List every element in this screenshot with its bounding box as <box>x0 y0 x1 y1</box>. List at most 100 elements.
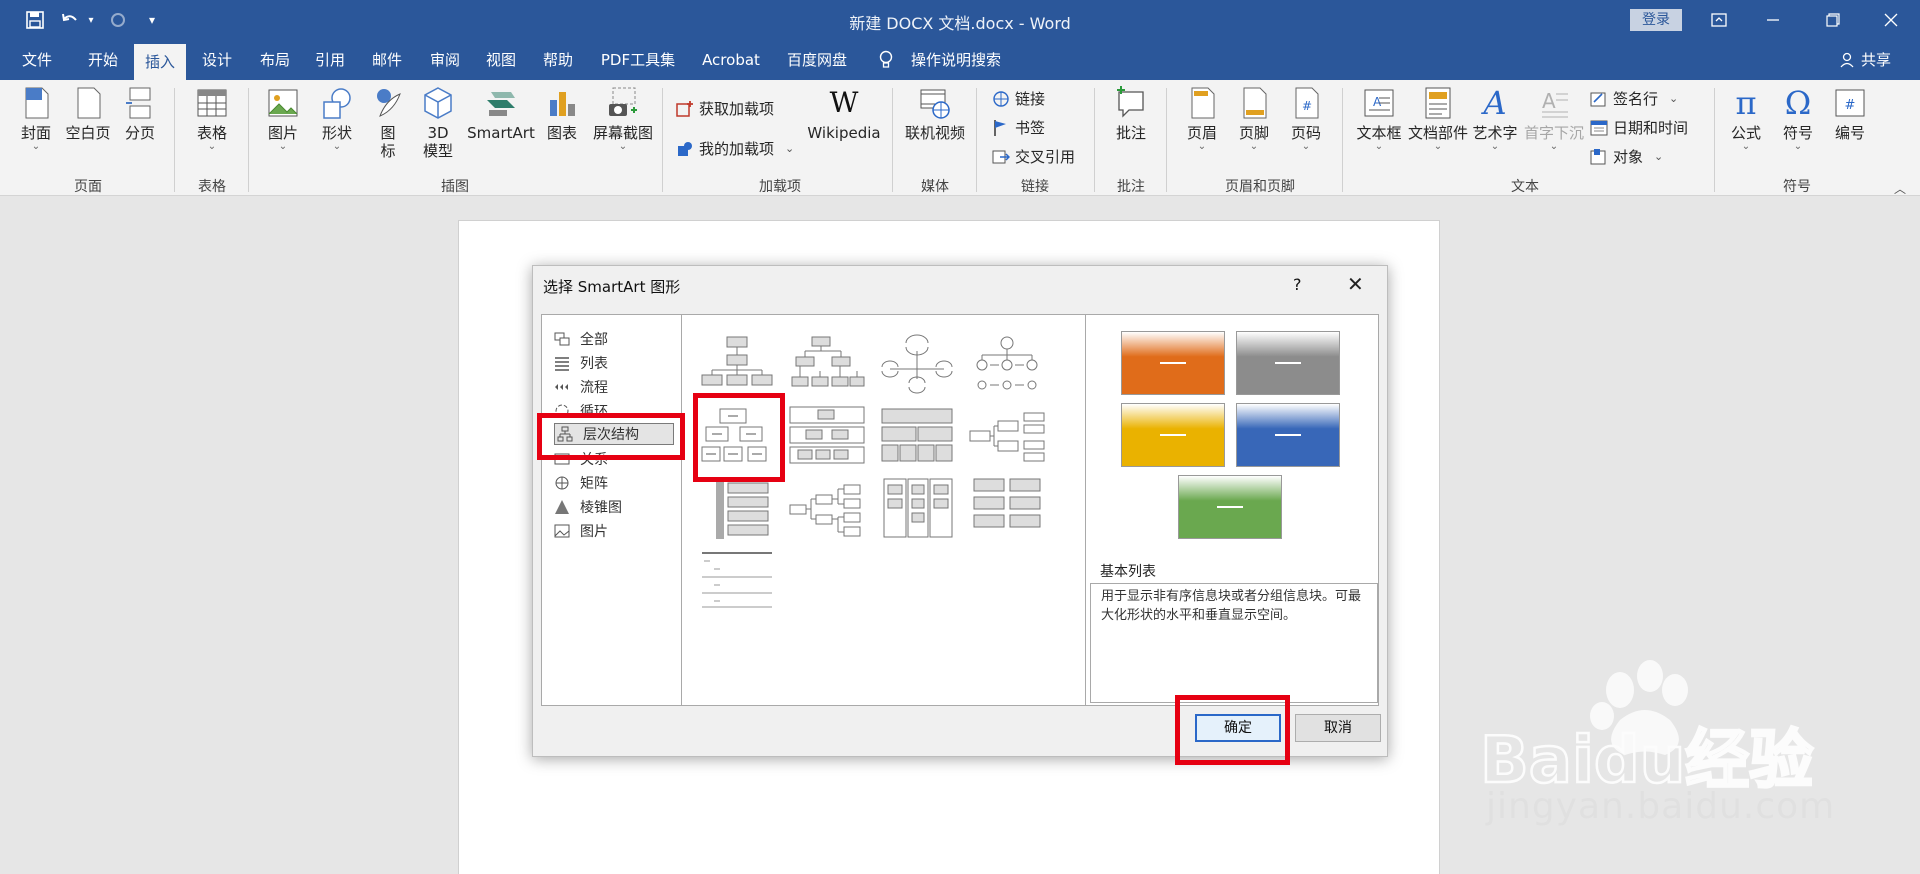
group-label-addins: 加载项 <box>759 179 801 195</box>
pictures-button[interactable]: 图片 ⌄ <box>260 86 306 152</box>
shapes-button[interactable]: 形状 ⌄ <box>314 86 360 152</box>
3d-models-button[interactable]: 3D 模型 <box>416 86 460 160</box>
footer-button[interactable]: 页脚 ⌄ <box>1232 86 1276 152</box>
signature-line-button[interactable]: 签名行 ⌄ <box>1590 88 1678 109</box>
layout-thumb-horizontal-hierarchy[interactable] <box>968 405 1046 467</box>
tab-references[interactable]: 引用 <box>305 40 355 80</box>
numbering-button[interactable]: # 编号 <box>1828 86 1872 142</box>
object-button[interactable]: 对象 ⌄ <box>1590 146 1663 167</box>
link-label: 链接 <box>1015 90 1046 108</box>
category-item-list[interactable]: 列表 <box>554 352 608 374</box>
category-label: 棱锥图 <box>580 500 622 516</box>
picture-icon <box>554 524 570 538</box>
screenshot-button[interactable]: 屏幕截图 ⌄ <box>588 86 658 152</box>
minimize-icon[interactable] <box>1750 0 1796 40</box>
cancel-button[interactable]: 取消 <box>1295 714 1381 742</box>
tab-file[interactable]: 文件 <box>12 40 62 80</box>
layout-thumb-architecture[interactable] <box>878 477 956 539</box>
chevron-down-icon: ⌄ <box>1654 150 1664 163</box>
help-button[interactable]: ? <box>1293 275 1302 294</box>
page-break-button[interactable]: 分页 <box>118 86 162 142</box>
wordart-button[interactable]: A 艺术字 ⌄ <box>1470 86 1520 152</box>
layout-thumb-horizontal-org[interactable] <box>788 477 866 539</box>
tab-pdf-tools[interactable]: PDF工具集 <box>596 40 680 80</box>
layout-thumb-org-chart[interactable] <box>698 333 776 395</box>
layout-thumb-name-title-org[interactable] <box>788 333 866 395</box>
login-button[interactable]: 登录 <box>1630 9 1682 31</box>
tab-help[interactable]: 帮助 <box>533 40 583 80</box>
date-time-button[interactable]: 日期和时间 <box>1590 117 1688 138</box>
drop-cap-button[interactable]: A 首字下沉 ⌄ <box>1522 86 1586 152</box>
get-addins-button[interactable]: 获取加载项 <box>676 98 774 119</box>
tab-mailings[interactable]: 邮件 <box>362 40 412 80</box>
bookmark-icon <box>994 119 1006 136</box>
tab-baidu-netdisk[interactable]: 百度网盘 <box>782 40 852 80</box>
comment-button[interactable]: 批注 <box>1108 86 1154 142</box>
layout-thumb-lined-list[interactable] <box>698 549 776 611</box>
list-icon <box>555 357 569 371</box>
smartart-button[interactable]: SmartArt <box>466 86 536 142</box>
tell-me-search[interactable]: 操作说明搜索 <box>908 40 1004 80</box>
restore-icon[interactable] <box>1810 0 1856 40</box>
category-label: 矩阵 <box>580 476 608 492</box>
group-separator <box>1094 88 1095 192</box>
bookmark-label: 书签 <box>1015 119 1046 137</box>
textbox-button[interactable]: A 文本框 ⌄ <box>1354 86 1404 152</box>
category-item-process[interactable]: 流程 <box>554 376 608 398</box>
group-label-tables: 表格 <box>198 179 226 195</box>
icons-button[interactable]: 图 标 <box>370 86 406 160</box>
tab-home[interactable]: 开始 <box>78 40 128 80</box>
layout-thumb-labeled-hierarchy[interactable] <box>788 405 866 467</box>
tab-acrobat[interactable]: Acrobat <box>696 40 766 80</box>
comment-label: 批注 <box>1115 124 1146 142</box>
close-window-icon[interactable] <box>1868 0 1914 40</box>
chevron-down-icon: ⌄ <box>1669 92 1679 105</box>
category-item-all[interactable]: 全部 <box>554 328 608 350</box>
highlight-box <box>1175 695 1290 765</box>
close-icon[interactable]: ✕ <box>1347 272 1364 296</box>
layout-thumb-circle-picture-hierarchy[interactable] <box>968 333 1046 395</box>
quick-parts-label: 文档部件 <box>1407 124 1468 142</box>
drop-cap-icon: A <box>1542 89 1568 118</box>
chevron-down-icon: ⌄ <box>332 141 342 152</box>
quick-parts-button[interactable]: 文档部件 ⌄ <box>1406 86 1470 152</box>
equation-button[interactable]: π 公式 ⌄ <box>1724 86 1768 152</box>
blank-page-icon <box>77 87 101 119</box>
group-separator <box>662 88 663 192</box>
matrix-icon <box>555 476 569 490</box>
category-item-pyramid[interactable]: 棱锥图 <box>554 496 622 518</box>
svg-text:#: # <box>1845 98 1856 113</box>
svg-text:A: A <box>1542 89 1556 113</box>
layout-thumb-table-list[interactable] <box>968 477 1046 539</box>
tab-insert[interactable]: 插入 <box>134 44 186 80</box>
symbol-button[interactable]: Ω 符号 ⌄ <box>1776 86 1820 152</box>
link-button[interactable]: 链接 <box>992 88 1045 109</box>
header-button[interactable]: 页眉 ⌄ <box>1180 86 1224 152</box>
cross-reference-button[interactable]: 交叉引用 <box>992 146 1075 167</box>
tab-view[interactable]: 视图 <box>476 40 526 80</box>
chart-button[interactable]: 图表 <box>544 86 580 142</box>
video-icon <box>920 89 950 119</box>
bookmark-button[interactable]: 书签 <box>992 117 1045 138</box>
collapse-ribbon-icon[interactable]: ︿ <box>1894 180 1906 197</box>
shapes-label: 形状 <box>321 124 352 142</box>
tab-review[interactable]: 审阅 <box>420 40 470 80</box>
tab-layout[interactable]: 布局 <box>250 40 300 80</box>
layout-thumb-half-circle-org[interactable] <box>878 333 956 395</box>
category-item-picture[interactable]: 图片 <box>554 520 608 542</box>
blank-page-button[interactable]: 空白页 <box>62 86 114 142</box>
online-video-button[interactable]: 联机视频 <box>902 86 968 142</box>
my-addins-button[interactable]: 我的加载项 ⌄ <box>676 138 794 159</box>
category-item-matrix[interactable]: 矩阵 <box>554 472 608 494</box>
highlight-box <box>693 393 785 482</box>
link-icon <box>993 90 1009 107</box>
table-button[interactable]: 表格 ⌄ <box>188 86 236 152</box>
cover-page-button[interactable]: 封面 ⌄ <box>14 86 58 152</box>
tab-design[interactable]: 设计 <box>192 40 242 80</box>
layout-thumb-hierarchy-list[interactable] <box>698 477 776 539</box>
layout-thumb-table-hierarchy[interactable] <box>878 405 956 467</box>
wikipedia-button[interactable]: W Wikipedia <box>804 86 884 142</box>
share-button[interactable]: 共享 <box>1856 40 1896 80</box>
page-number-button[interactable]: # 页码 ⌄ <box>1284 86 1328 152</box>
ribbon-display-icon[interactable] <box>1696 0 1742 40</box>
